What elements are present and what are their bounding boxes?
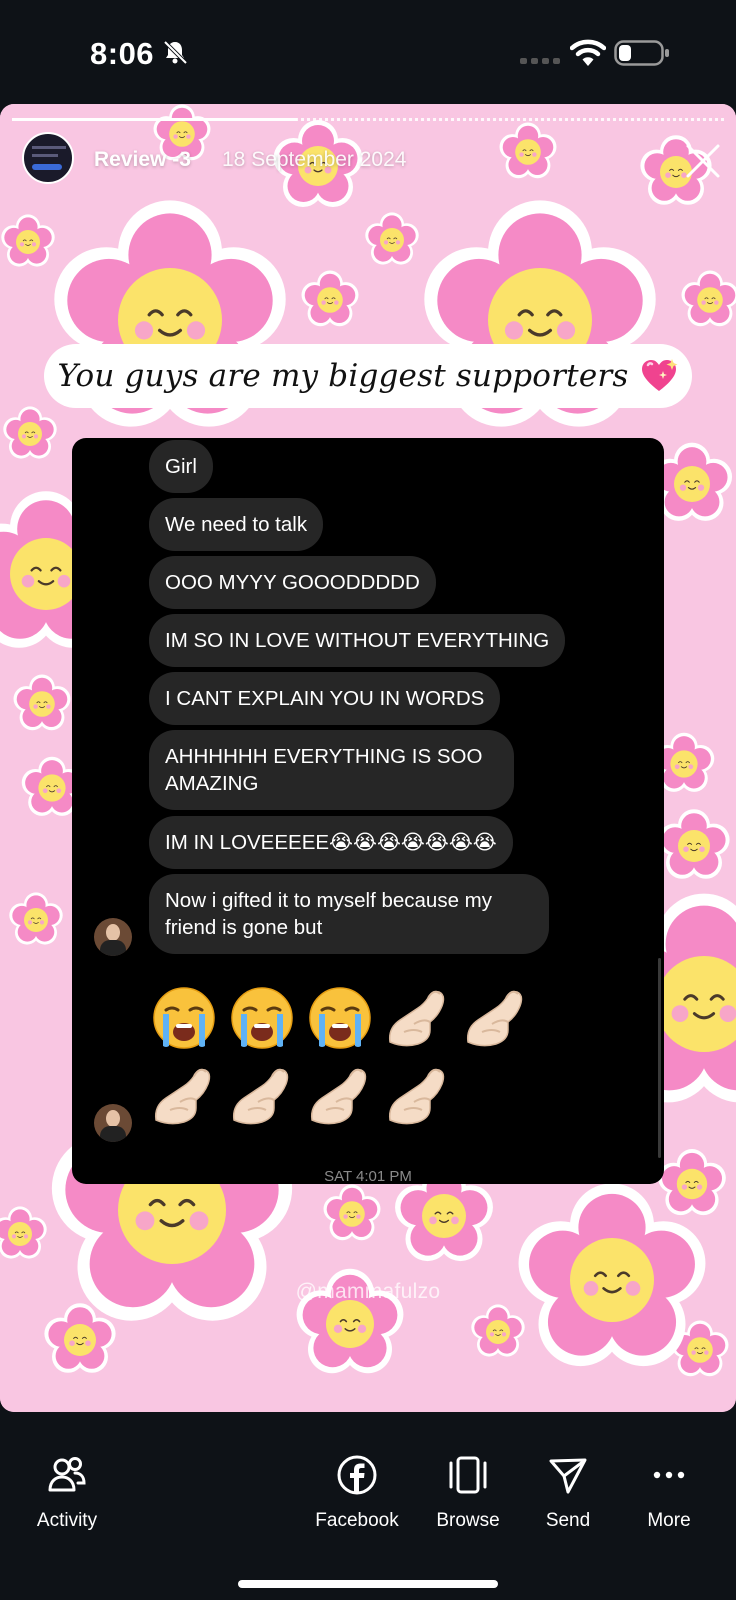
story-username[interactable]: Review -3: [94, 148, 191, 172]
bell-slash-icon: [163, 40, 188, 65]
message-bubble: IM SO IN LOVE WITHOUT EVERYTHING: [149, 614, 566, 667]
close-icon[interactable]: [684, 142, 722, 180]
pinched-fingers-emoji-icon: [388, 990, 445, 1047]
activity-label: Activity: [36, 1510, 98, 1531]
pinched-fingers-emoji-icon: [232, 1068, 289, 1125]
message-bubble: OOO MYYY GOOODDDDD: [149, 556, 436, 609]
facebook-share-button[interactable]: Facebook: [302, 1454, 412, 1532]
sender-avatar: [94, 1104, 132, 1142]
pinched-fingers-emoji-icon: [310, 1068, 367, 1125]
chat-screenshot: Girl We need to talk OOO MYYY GOOODDDDD …: [72, 438, 664, 1184]
sparkling-heart-icon: [641, 359, 677, 391]
story-progress-fill: [12, 118, 297, 121]
story-progress-bar: [12, 118, 724, 121]
pinched-fingers-emoji-icon: [466, 990, 523, 1047]
crying-face-emoji-icon: [309, 987, 371, 1049]
pinched-fingers-emoji-icon: [388, 1068, 445, 1125]
cellular-signal-icon: [520, 58, 560, 64]
message-bubble: IM IN LOVEEEEE😭😭😭😭😭😭😭: [149, 816, 513, 869]
battery-icon: [614, 40, 669, 66]
browse-label: Browse: [436, 1510, 500, 1531]
emoji-row: [150, 1062, 452, 1130]
chat-scrollbar: [658, 958, 661, 1158]
more-icon: [653, 1471, 685, 1479]
message-bubble: We need to talk: [149, 498, 324, 551]
story-viewer[interactable]: Review -3 18 September 2024 You guys are…: [0, 104, 736, 1412]
story-caption-sticker: You guys are my biggest supporters: [44, 344, 692, 408]
message-bubble: AHHHHHH EVERYTHING IS SOO AMAZING: [149, 730, 514, 810]
browse-button[interactable]: Browse: [413, 1454, 523, 1532]
emoji-row: [150, 984, 530, 1052]
crying-face-emoji-icon: [153, 987, 215, 1049]
send-button[interactable]: Send: [513, 1454, 623, 1532]
story-avatar[interactable]: [22, 132, 74, 184]
wifi-icon: [570, 39, 606, 66]
activity-button[interactable]: Activity: [12, 1454, 122, 1532]
status-time: 8:06: [90, 36, 155, 71]
send-label: Send: [545, 1510, 591, 1531]
send-icon: [549, 1458, 587, 1494]
watermark: @mammafulzo: [295, 1280, 441, 1303]
message-bubble: Girl: [149, 440, 213, 493]
browse-icon: [449, 1456, 487, 1494]
story-date: 18 September 2024: [222, 148, 407, 171]
chat-timestamp: SAT 4:01 PM: [324, 1168, 412, 1184]
message-bubble: I CANT EXPLAIN YOU IN WORDS: [149, 672, 501, 725]
more-button[interactable]: More: [614, 1454, 724, 1532]
facebook-icon: [337, 1455, 377, 1495]
crying-face-emoji-icon: [231, 987, 293, 1049]
more-label: More: [647, 1510, 691, 1531]
facebook-label: Facebook: [315, 1510, 399, 1531]
bottom-action-bar: Activity Facebook Browse Send More: [0, 1412, 736, 1600]
home-indicator[interactable]: [238, 1580, 498, 1588]
people-icon: [48, 1457, 86, 1492]
message-bubble: Now i gifted it to myself because my fri…: [149, 874, 549, 954]
pinched-fingers-emoji-icon: [154, 1068, 211, 1125]
sender-avatar: [94, 918, 132, 956]
status-bar: 8:06: [0, 0, 736, 104]
caption-text: You guys are my biggest supporters: [57, 358, 629, 394]
